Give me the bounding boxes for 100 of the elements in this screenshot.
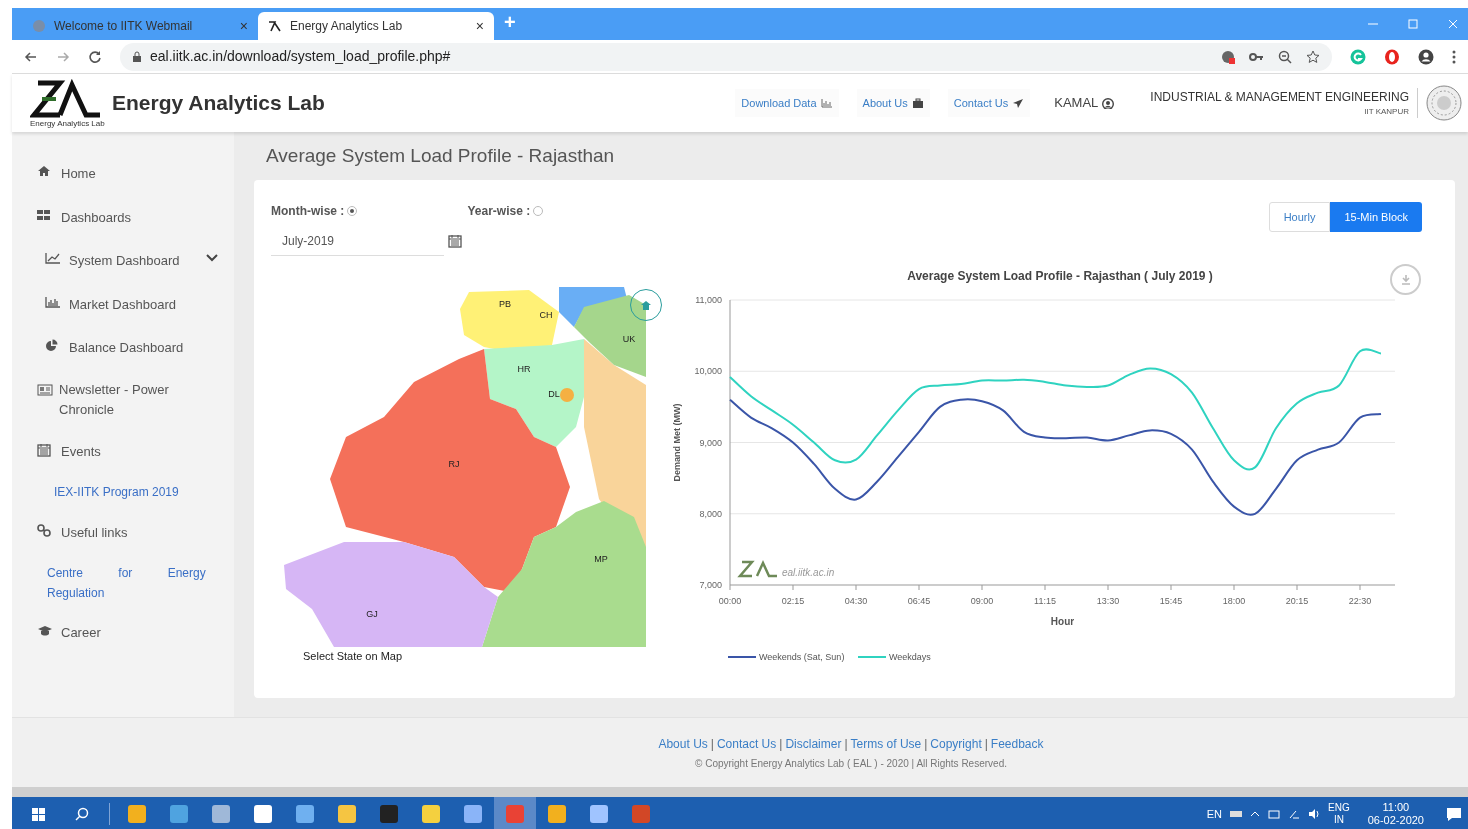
nav-link[interactable]: Download Data [735,88,839,118]
copyright-text: © Copyright Energy Analytics Lab ( EAL ) - 2020 | All Rights Reserved. [695,756,1007,771]
back-arrow-icon[interactable] [24,50,38,63]
map-state: UK [574,295,646,377]
x-tick-label: 02:15 [781,596,805,606]
logo-caption: Energy Analytics Lab [30,118,105,128]
sidebar-item[interactable]: Newsletter - Power Chronicle [37,369,207,430]
nav-link[interactable]: Contact Us [947,88,1031,118]
y-tick-label: 11,000 [695,295,722,305]
tab-title: Welcome to IITK Webmail [54,18,194,35]
footer-link[interactable]: About Us [658,734,708,753]
nav-link[interactable]: About Us [856,88,930,118]
department-name: INDUSTRIAL & MANAGEMENT ENGINEERING [1150,89,1409,106]
x-tick-label: 04:30 [844,596,868,606]
x-tick-label: 15:45 [1159,596,1183,606]
y-tick-label: 7,000 [699,580,722,590]
briefcase-icon [911,97,924,109]
logo-icon [30,78,102,119]
grid-icon [37,208,53,223]
keyboard-icon[interactable] [1230,809,1243,819]
sidebar-item[interactable]: Balance Dashboard [37,326,224,370]
bar-chart-icon [820,97,833,109]
newspaper-icon [37,383,53,396]
sidebar-item[interactable]: Useful links [37,511,224,555]
map-state: CH [539,310,554,323]
separator: | [843,735,849,753]
chevron-icon[interactable] [205,251,219,263]
close-icon[interactable] [1448,19,1458,29]
month-field[interactable]: July-2019 [271,226,444,256]
x-tick-label: 00:00 [718,596,742,606]
x-tick-label: 11:15 [1034,596,1056,606]
toggle-button[interactable]: 15-Min Block [1330,202,1422,232]
star-icon[interactable] [1306,49,1320,64]
y-tick-label: 8,000 [699,508,722,519]
extension-icon[interactable] [1384,48,1400,65]
line-chart-icon [45,252,61,266]
sidebar-item[interactable]: Events [37,429,224,473]
forward-arrow-icon[interactable] [56,50,70,63]
menu-icon[interactable] [1452,49,1456,64]
home-icon [640,299,652,311]
windows-start-icon[interactable] [32,807,45,821]
notification-icon[interactable] [1446,806,1462,822]
sidebar-item[interactable]: System Dashboard [37,239,224,283]
language-indicator[interactable]: ENG [1328,802,1350,814]
legend-label: Weekdays [889,652,932,662]
y-tick-label: 10,000 [694,366,722,377]
sidebar-item[interactable]: Career [37,610,224,654]
watermark: eal.iitk.ac.in [737,560,835,578]
paper-plane-icon [1012,97,1025,109]
horizontal-scrollbar[interactable] [12,787,1468,797]
site-title: Energy Analytics Lab [112,90,325,117]
calendar-icon[interactable] [448,233,463,249]
separator: | [923,735,929,753]
footer-link[interactable]: Feedback [990,734,1044,753]
legend-item: Weekends (Sat, Sun) [727,652,845,662]
browser-tab[interactable]: Energy Analytics Lab × [258,12,494,40]
separator: | [778,735,784,753]
extension-icon[interactable] [1350,48,1366,65]
bar-chart-icon [45,295,61,310]
legend-label: Weekends (Sat, Sun) [759,652,845,662]
pen-icon[interactable] [1288,809,1301,819]
user-icon [1102,97,1115,109]
footer-link[interactable]: Copyright [930,734,982,753]
chart-title: Average System Load Profile - Rajasthan ( July 2019 ) [907,269,1213,283]
legend-item: Weekdays [857,652,931,662]
map-state: DL [548,388,574,402]
speaker-icon[interactable] [1308,808,1321,820]
tab-close-button[interactable]: × [239,15,248,37]
keyboard-indicator[interactable]: EN [1206,805,1223,823]
toggle-button[interactable]: Hourly [1268,202,1331,232]
zoom-out-icon[interactable] [1278,49,1292,64]
address-bar[interactable]: eal.iitk.ac.in/download/system_load_profile.php# [120,42,1332,71]
sidebar-link[interactable]: Centre for Energy Regulation [37,554,222,611]
radio-label: Year-wise : [467,203,531,220]
clock-date[interactable]: 06-02-2020 [1367,814,1424,827]
footer-link[interactable]: Contact Us [716,734,777,753]
sidebar-item[interactable]: Market Dashboard [37,282,224,326]
chevron-up-icon[interactable] [1250,809,1261,819]
footer-link[interactable]: Disclaimer [785,734,842,753]
graduation-cap-icon [37,623,53,638]
footer-link[interactable]: Terms of Use [850,734,922,753]
battery-icon[interactable] [1268,809,1281,819]
region-indicator[interactable]: IN [1333,814,1344,826]
maximize-icon[interactable] [1408,19,1418,29]
download-icon [1400,274,1411,285]
sidebar-item[interactable]: Dashboards [37,195,224,239]
globe-icon [32,19,46,33]
map-state: MP [482,501,646,647]
separator: | [983,735,989,753]
tab-close-button[interactable]: × [475,15,484,37]
reload-icon[interactable] [88,49,102,64]
clock-time[interactable]: 11:00 [1382,801,1410,814]
sidebar-item[interactable]: Home [37,152,224,196]
x-tick-label: 22:30 [1348,596,1372,606]
search-icon[interactable] [75,807,89,821]
sidebar-link[interactable]: IEX-IITK Program 2019 [37,473,224,511]
blocked-cookie-icon[interactable] [1221,49,1235,64]
page-title: Average System Load Profile - Rajasthan [266,143,616,168]
radio-label: Month-wise : [271,203,345,220]
profile-icon[interactable] [1418,48,1434,65]
